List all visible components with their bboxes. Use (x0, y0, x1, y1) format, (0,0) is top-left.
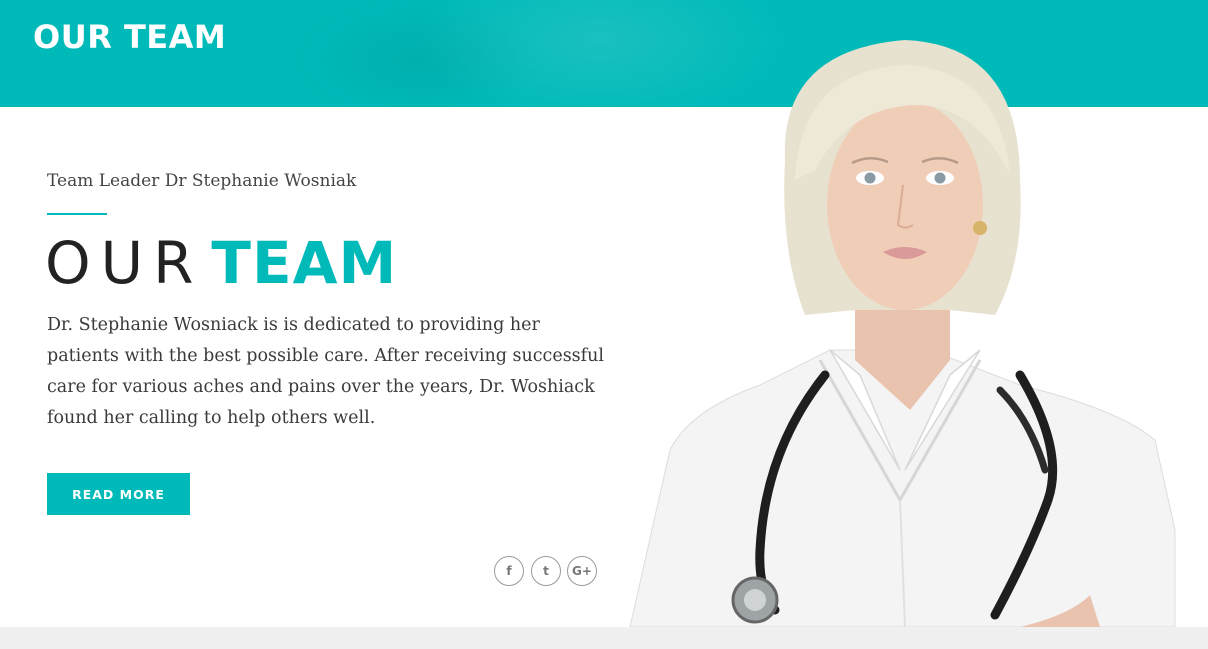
google-plus-icon[interactable]: G+ (567, 556, 597, 586)
heading-bold-text: TEAM (211, 229, 398, 297)
read-more-button[interactable]: READ MORE (47, 473, 190, 515)
banner-title: OUR TEAM (33, 18, 227, 56)
twitter-icon[interactable]: t (531, 556, 561, 586)
doctor-portrait-image (629, 40, 1176, 627)
google-plus-glyph: G+ (572, 564, 592, 578)
footer-strip (0, 627, 1208, 649)
facebook-glyph: f (506, 564, 512, 578)
facebook-icon[interactable]: f (494, 556, 524, 586)
accent-divider (47, 213, 107, 215)
team-leader-subtitle: Team Leader Dr Stephanie Wosniak (47, 171, 357, 191)
section-heading: OUR TEAM (45, 228, 397, 298)
bio-paragraph: Dr. Stephanie Wosniack is is dedicated t… (47, 315, 605, 428)
heading-light-text: OUR (45, 229, 204, 297)
twitter-glyph: t (543, 564, 549, 578)
